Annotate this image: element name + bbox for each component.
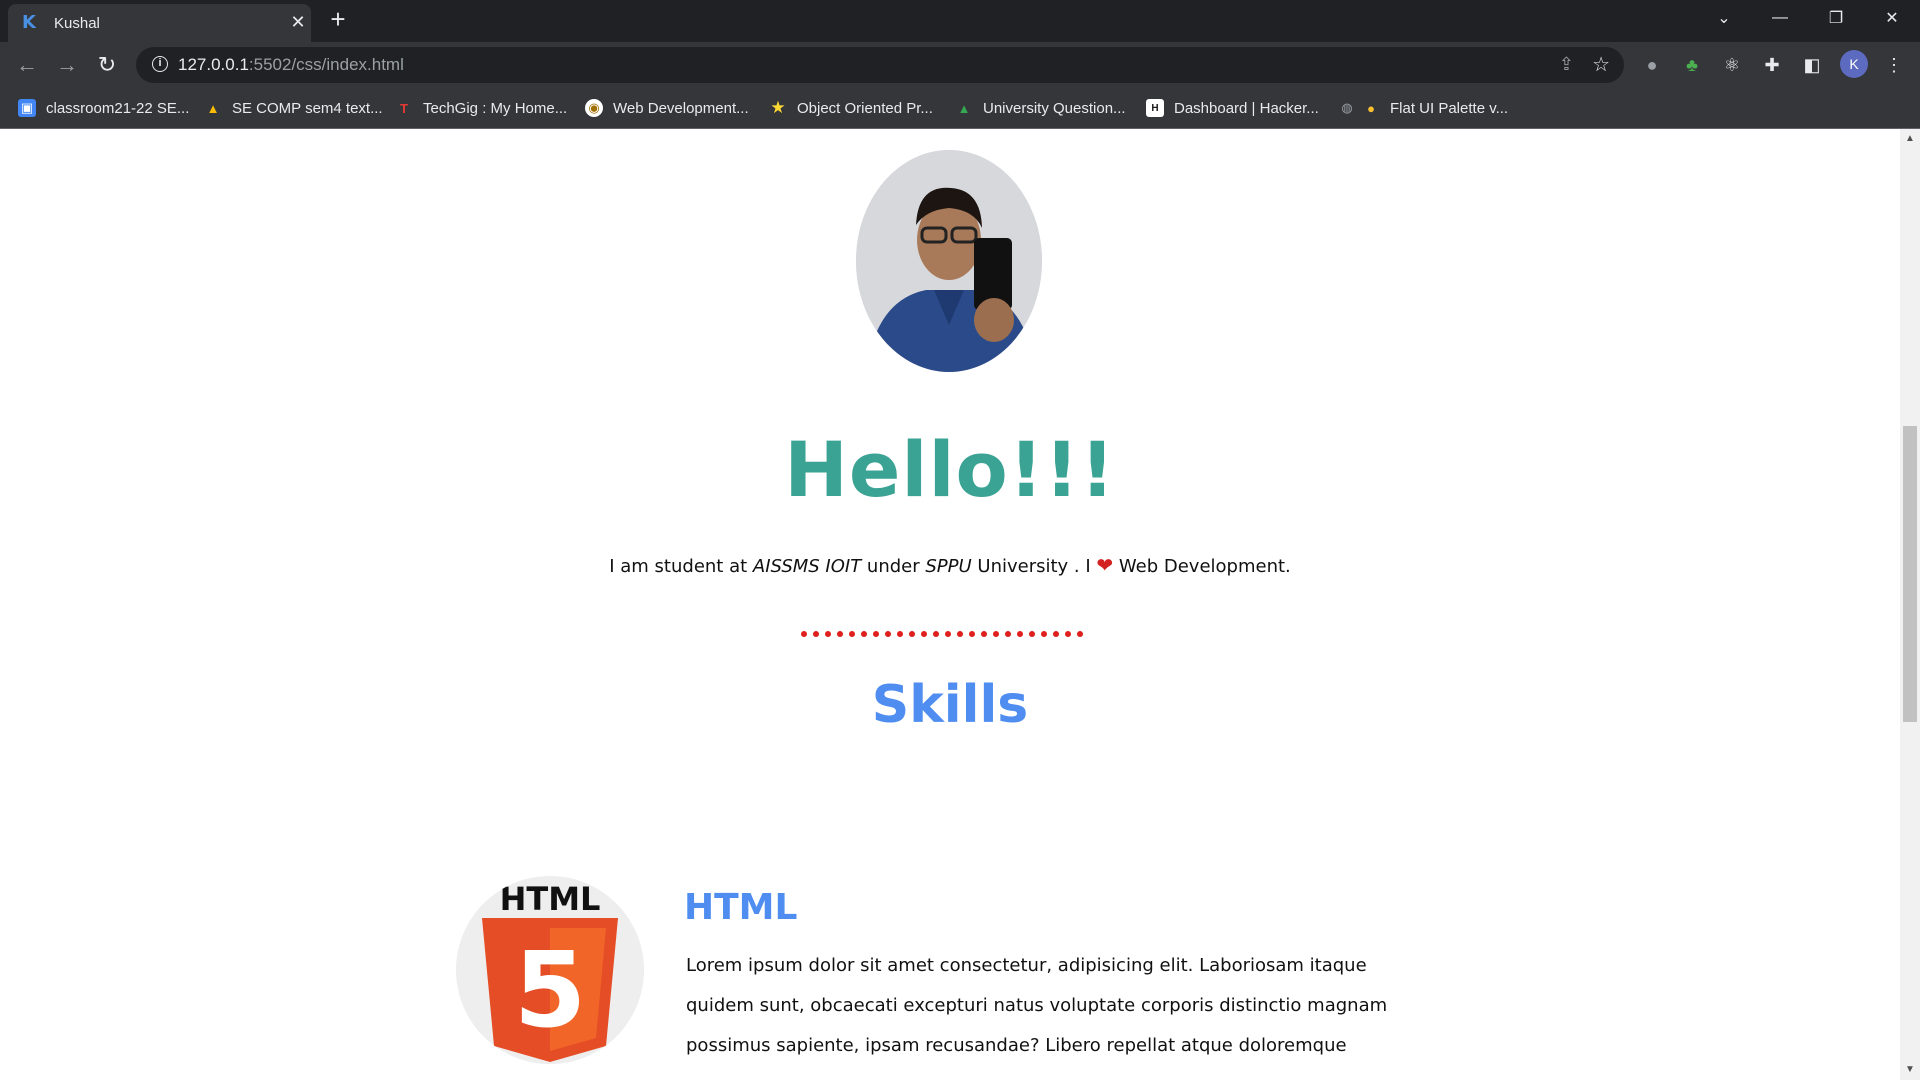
divider-dot xyxy=(1005,631,1011,637)
bookmarks-bar: ▣ classroom21-22 SE... ▲ SE COMP sem4 text… xyxy=(0,89,1920,129)
bookmark-item[interactable]: ▣ classroom21-22 SE... xyxy=(18,97,189,119)
divider-dot xyxy=(885,631,891,637)
tab-search-icon[interactable]: ⌄ xyxy=(1696,0,1752,36)
bookmark-item[interactable]: ◉ Web Development... xyxy=(585,97,749,119)
globe-icon: ◍ xyxy=(1341,100,1353,115)
profile-photo-image xyxy=(856,150,1042,372)
palette-icon: ● xyxy=(1367,100,1375,116)
skill-description-html: Lorem ipsum dolor sit amet consectetur, … xyxy=(686,955,1388,1056)
google-drive-icon: ▲ xyxy=(206,100,220,116)
new-tab-button[interactable]: + xyxy=(326,6,350,32)
divider-dot xyxy=(993,631,999,637)
divider-dot xyxy=(921,631,927,637)
share-icon[interactable]: ⇪ xyxy=(1559,54,1574,75)
divider-dot xyxy=(801,631,807,637)
url-text[interactable]: 127.0.0.1:5502/css/index.html xyxy=(178,55,404,75)
svg-text:HTML: HTML xyxy=(500,880,601,918)
browser-toolbar: ← → ↻ i 127.0.0.1:5502/css/index.html ⇪ … xyxy=(0,42,1920,89)
divider-dot xyxy=(861,631,867,637)
divider-dot xyxy=(957,631,963,637)
divider-dot xyxy=(837,631,843,637)
bookmark-item[interactable]: H Dashboard | Hacker... xyxy=(1146,97,1319,119)
star-icon: ★ xyxy=(770,98,786,117)
dotted-divider xyxy=(801,631,1083,637)
divider-dot xyxy=(825,631,831,637)
browser-tab[interactable]: K Kushal ✕ xyxy=(8,4,311,42)
tab-strip: K Kushal ✕ + ⌄ — ❐ ✕ xyxy=(0,0,1920,42)
divider-dot xyxy=(813,631,819,637)
divider-dot xyxy=(981,631,987,637)
page-viewport: Hello!!! I am student at AISSMS IOIT und… xyxy=(0,129,1900,1080)
bookmark-item[interactable]: ▲ SE COMP sem4 text... xyxy=(204,97,383,119)
side-panel-icon[interactable]: ◧ xyxy=(1800,53,1824,77)
bookmark-item[interactable]: ▲ University Question... xyxy=(955,97,1126,119)
vertical-scrollbar[interactable]: ▲ ▼ xyxy=(1900,129,1920,1080)
bookmark-star-icon[interactable]: ☆ xyxy=(1592,52,1610,77)
techgig-icon: T xyxy=(400,100,408,116)
hackerrank-icon: H xyxy=(1146,99,1164,117)
back-arrow-icon[interactable]: ← xyxy=(12,50,42,80)
profile-photo xyxy=(856,150,1042,372)
google-drive-icon: ▲ xyxy=(957,100,971,116)
tab-title: Kushal xyxy=(54,15,100,32)
divider-dot xyxy=(1029,631,1035,637)
bookmark-item[interactable]: ★ Object Oriented Pr... xyxy=(769,97,933,119)
html5-logo: HTML 5 xyxy=(456,876,644,1064)
divider-dot xyxy=(969,631,975,637)
scroll-down-arrow-icon[interactable]: ▼ xyxy=(1900,1060,1920,1080)
forward-arrow-icon[interactable]: → xyxy=(52,50,82,80)
window-controls: ⌄ — ❐ ✕ xyxy=(1696,0,1920,36)
college-name: AISSMS IOIT xyxy=(752,556,862,577)
intro-text: I am student at AISSMS IOIT under SPPU U… xyxy=(609,553,1291,577)
divider-dot xyxy=(1077,631,1083,637)
skills-heading: Skills xyxy=(871,675,1029,735)
bookmark-item[interactable]: T TechGig : My Home... xyxy=(395,97,567,119)
site-info-icon[interactable]: i xyxy=(152,56,168,72)
divider-dot xyxy=(909,631,915,637)
scroll-up-arrow-icon[interactable]: ▲ xyxy=(1900,129,1920,149)
tree-extension-icon[interactable]: ♣ xyxy=(1680,53,1704,77)
bookmark-item[interactable]: ◍ ● Flat UI Palette v... xyxy=(1338,97,1508,119)
address-bar[interactable]: i 127.0.0.1:5502/css/index.html ⇪ ☆ xyxy=(136,47,1624,83)
divider-dot xyxy=(873,631,879,637)
html5-shield-icon: HTML 5 xyxy=(482,880,618,1062)
divider-dot xyxy=(945,631,951,637)
reload-icon[interactable]: ↻ xyxy=(92,50,122,80)
heart-icon: ❤ xyxy=(1096,553,1114,577)
badge-icon: ◉ xyxy=(585,99,603,117)
divider-dot xyxy=(933,631,939,637)
divider-dot xyxy=(1017,631,1023,637)
divider-dot xyxy=(1065,631,1071,637)
university-name: SPPU xyxy=(925,556,972,577)
profile-avatar[interactable]: K xyxy=(1840,50,1868,78)
react-devtools-icon[interactable]: ⚛ xyxy=(1720,53,1744,77)
divider-dot xyxy=(849,631,855,637)
restore-button[interactable]: ❐ xyxy=(1808,0,1864,36)
divider-dot xyxy=(1041,631,1047,637)
skill-title-html: HTML xyxy=(684,887,798,928)
close-window-button[interactable]: ✕ xyxy=(1864,0,1920,36)
tab-favicon-icon: K xyxy=(22,12,36,33)
divider-dot xyxy=(1053,631,1059,637)
classroom-icon: ▣ xyxy=(18,99,36,117)
tab-close-icon[interactable]: ✕ xyxy=(288,12,308,32)
scrollbar-thumb[interactable] xyxy=(1903,426,1917,722)
minimize-button[interactable]: — xyxy=(1752,0,1808,36)
divider-dot xyxy=(897,631,903,637)
extension-icon[interactable]: ● xyxy=(1640,53,1664,77)
puzzle-extensions-icon[interactable]: ✚ xyxy=(1760,53,1784,77)
svg-text:5: 5 xyxy=(514,929,586,1051)
menu-kebab-icon[interactable]: ⋮ xyxy=(1882,53,1906,77)
hello-heading: Hello!!! xyxy=(784,425,1116,514)
